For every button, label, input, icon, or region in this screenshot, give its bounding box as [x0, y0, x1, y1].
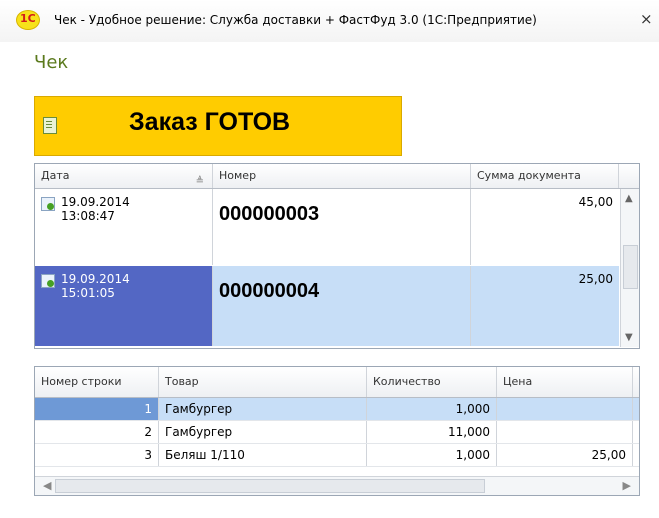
form-title: Чек [34, 52, 69, 73]
status-banner: Заказ ГОТОВ [34, 96, 402, 156]
items-table: Номер строки Товар Количество Цена 1 Гам… [34, 366, 640, 496]
documents-table-header: Дата ≜ Номер Сумма документа [35, 164, 639, 189]
line-cell: 3 [35, 444, 159, 466]
number-cell: 000000004 [213, 266, 471, 346]
time-value: 15:01:05 [61, 286, 115, 300]
time-value: 13:08:47 [61, 209, 115, 223]
banner-text: Заказ ГОТОВ [129, 108, 291, 136]
line-cell: 1 [35, 398, 159, 420]
table-row[interactable]: 19.09.2014 13:08:47 000000003 45,00 [35, 189, 619, 265]
document-posted-icon [41, 197, 55, 211]
document-posted-icon [41, 274, 55, 288]
product-cell: Гамбургер [159, 398, 367, 420]
document-check-icon [43, 117, 57, 134]
date-cell: 19.09.2014 15:01:05 [35, 266, 213, 346]
price-cell [497, 421, 633, 443]
window-titlebar: 1С Чек - Удобное решение: Служба доставк… [0, 0, 659, 42]
quantity-cell: 1,000 [367, 444, 497, 466]
number-cell: 000000003 [213, 189, 471, 265]
date-value: 19.09.2014 [61, 272, 130, 286]
price-cell: 25,00 [497, 444, 633, 466]
table-row-selected[interactable]: 19.09.2014 15:01:05 000000004 25,00 [35, 266, 619, 346]
scroll-down-icon[interactable]: ▼ [625, 332, 633, 343]
document-number: 000000004 [219, 280, 320, 302]
quantity-cell: 1,000 [367, 398, 497, 420]
horizontal-scrollbar[interactable]: ◀ ▶ [35, 476, 639, 495]
column-header-quantity[interactable]: Количество [367, 367, 497, 397]
quantity-cell: 11,000 [367, 421, 497, 443]
items-table-header: Номер строки Товар Количество Цена [35, 367, 639, 398]
column-header-date[interactable]: Дата ≜ [35, 164, 213, 188]
table-row[interactable]: 2 Гамбургер 11,000 [35, 421, 639, 444]
sum-cell: 25,00 [471, 266, 619, 346]
scroll-up-icon[interactable]: ▲ [625, 193, 633, 204]
table-row-selected[interactable]: 1 Гамбургер 1,000 [35, 398, 639, 421]
scroll-thumb[interactable] [55, 479, 485, 493]
column-header-product[interactable]: Товар [159, 367, 367, 397]
table-row[interactable]: 3 Беляш 1/110 1,000 25,00 [35, 444, 639, 467]
document-sum: 25,00 [578, 272, 613, 286]
column-header-price[interactable]: Цена [497, 367, 633, 397]
column-header-line[interactable]: Номер строки [35, 367, 159, 397]
product-cell: Гамбургер [159, 421, 367, 443]
product-cell: Беляш 1/110 [159, 444, 367, 466]
window-title: Чек - Удобное решение: Служба доставки +… [54, 13, 537, 27]
document-sum: 45,00 [578, 195, 613, 209]
app-logo-icon: 1С [16, 10, 40, 30]
scroll-right-icon[interactable]: ▶ [623, 479, 631, 492]
vertical-scrollbar[interactable]: ▲ ▼ [620, 189, 639, 347]
date-cell: 19.09.2014 13:08:47 [35, 189, 213, 265]
column-header-sum[interactable]: Сумма документа [471, 164, 619, 188]
close-button[interactable]: × [640, 10, 653, 28]
sum-cell: 45,00 [471, 189, 619, 265]
line-cell: 2 [35, 421, 159, 443]
document-number: 000000003 [219, 203, 320, 225]
scroll-thumb[interactable] [623, 245, 638, 289]
documents-table: Дата ≜ Номер Сумма документа 19.09.2014 … [34, 163, 640, 349]
column-header-number[interactable]: Номер [213, 164, 471, 188]
price-cell [497, 398, 633, 420]
scroll-left-icon[interactable]: ◀ [43, 479, 51, 492]
date-value: 19.09.2014 [61, 195, 130, 209]
